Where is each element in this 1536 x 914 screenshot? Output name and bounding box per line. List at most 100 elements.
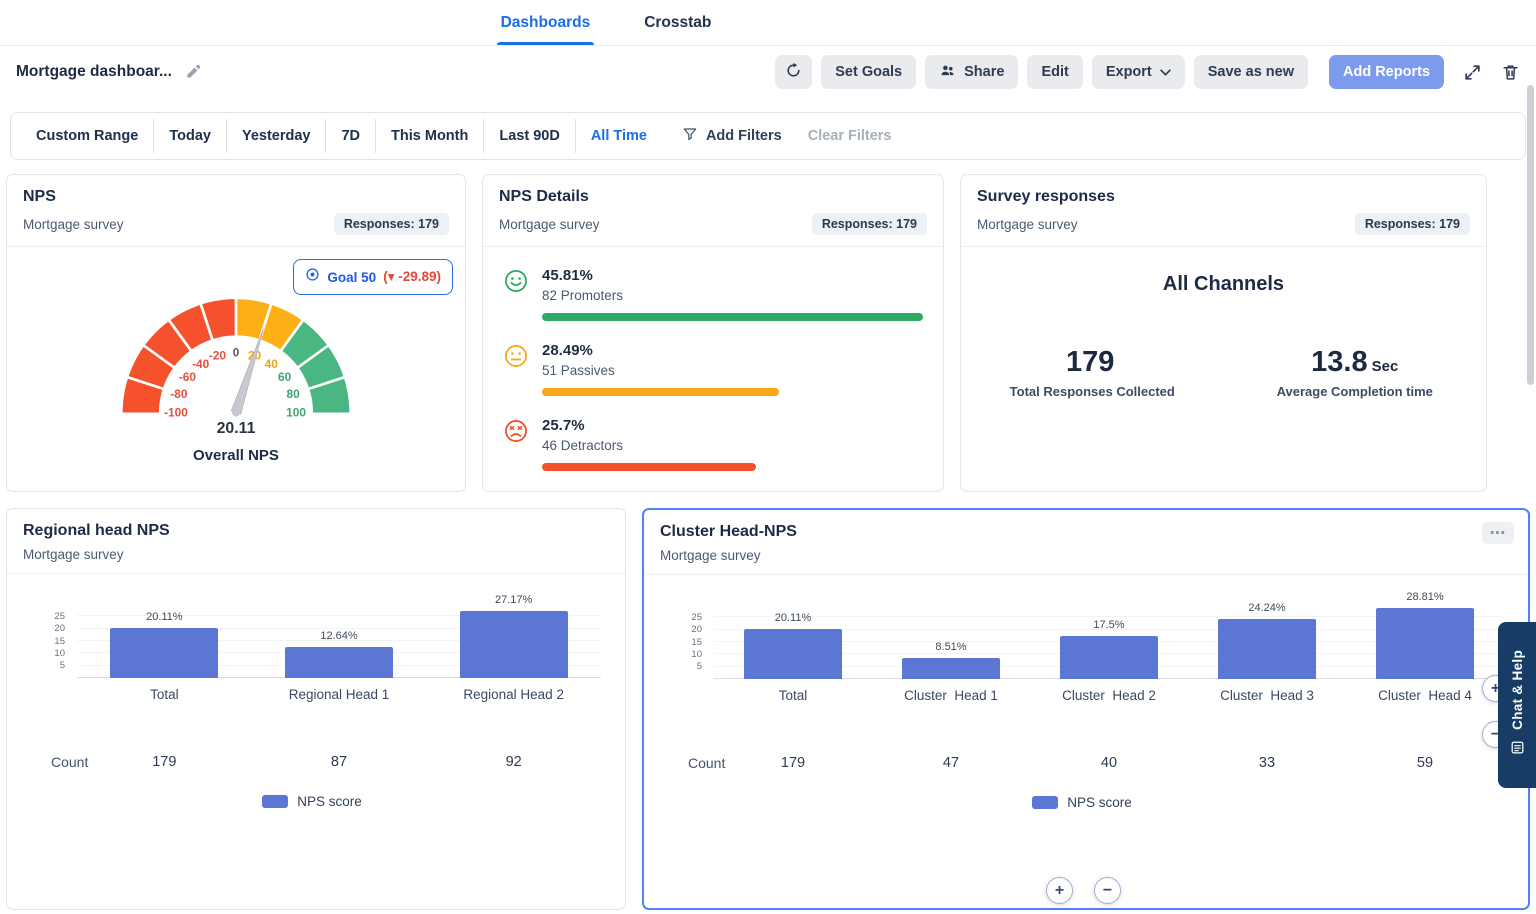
bar[interactable] xyxy=(902,658,1000,679)
bar[interactable] xyxy=(1218,619,1316,679)
zoom-in-button[interactable]: + xyxy=(1046,877,1073,904)
cluster-card-subtitle: Mortgage survey xyxy=(660,548,761,563)
gauge-caption: Overall NPS xyxy=(193,446,279,464)
detail-info: 45.81% 82 Promoters xyxy=(542,267,923,321)
share-label: Share xyxy=(964,64,1005,80)
y-tick-label: 15 xyxy=(691,636,702,648)
count-row-label: Count xyxy=(51,754,89,770)
y-tick-label: 20 xyxy=(691,624,702,636)
survey-responses-card: Survey responses Mortgage survey Respons… xyxy=(960,174,1487,492)
bar[interactable] xyxy=(1060,635,1158,679)
category-label: Regional Head 1 xyxy=(288,687,390,702)
delete-dashboard-trash-icon[interactable] xyxy=(1501,63,1520,82)
svg-text:80: 80 xyxy=(287,387,301,401)
range-custom-range[interactable]: Custom Range xyxy=(21,119,155,153)
clear-filters-button[interactable]: Clear Filters xyxy=(808,128,892,144)
share-button[interactable]: Share xyxy=(925,55,1019,89)
tab-dashboards-label: Dashboards xyxy=(500,13,591,31)
bar[interactable] xyxy=(459,610,568,678)
count-row: Count 179 47 40 33 59 xyxy=(650,755,1514,771)
chat-help-tab[interactable]: Chat & Help xyxy=(1498,622,1536,788)
top-nav: Dashboards Crosstab xyxy=(0,0,1536,46)
tab-crosstab-label: Crosstab xyxy=(644,13,712,31)
svg-text:40: 40 xyxy=(265,357,279,371)
count-value: 87 xyxy=(330,754,348,770)
add-filters-button[interactable]: Add Filters xyxy=(682,126,782,146)
cards-row-2: Regional head NPS Mortgage survey 25 20 15… xyxy=(0,508,1536,910)
survey-responses-badge: Responses: 179 xyxy=(1354,213,1470,235)
avg-completion-value: 13.8 xyxy=(1311,346,1368,378)
range-7d[interactable]: 7D xyxy=(326,119,377,153)
range-last-90d[interactable]: Last 90D xyxy=(484,119,576,153)
chart-legend: NPS score xyxy=(13,794,611,809)
bar-value-label: 12.64% xyxy=(320,629,358,642)
nps-card-header: NPS Mortgage survey Responses: 179 xyxy=(7,175,465,247)
tab-dashboards[interactable]: Dashboards xyxy=(496,0,595,45)
y-tick-label: 25 xyxy=(691,611,702,623)
range-all-time[interactable]: All Time xyxy=(576,119,662,153)
nps-details-rows: 45.81% 82 Promoters 28.49% 51 Passives 25.7%… xyxy=(483,247,943,471)
bar[interactable] xyxy=(744,629,842,679)
y-axis: 25 20 15 10 5 xyxy=(13,604,77,678)
svg-text:-80: -80 xyxy=(170,387,188,401)
range-this-month[interactable]: This Month xyxy=(376,119,485,153)
count-value: 47 xyxy=(942,755,960,771)
bar[interactable] xyxy=(110,628,219,678)
channel-label: All Channels xyxy=(1162,273,1285,295)
goal-label: Goal 50 xyxy=(327,269,377,285)
fullscreen-icon[interactable] xyxy=(1463,63,1482,82)
chat-help-label: Chat & Help xyxy=(1509,650,1525,730)
nps-detail-row-promoters: 45.81% 82 Promoters xyxy=(503,267,923,321)
export-button[interactable]: Export xyxy=(1091,55,1185,89)
goal-delta: (▾ -29.89) xyxy=(383,269,441,284)
survey-widget-icon xyxy=(1510,740,1525,760)
detail-bar xyxy=(542,313,923,321)
detail-label: 46 Detractors xyxy=(542,438,624,453)
y-tick-label: 5 xyxy=(696,661,702,673)
nps-details-responses-badge: Responses: 179 xyxy=(811,213,927,235)
edit-title-pencil-icon[interactable] xyxy=(184,63,202,81)
detail-percentage: 45.81% xyxy=(542,267,593,284)
bar[interactable] xyxy=(285,646,393,678)
vertical-scrollbar[interactable] xyxy=(1527,85,1534,385)
goal-badge[interactable]: Goal 50 (▾ -29.89) xyxy=(293,259,453,295)
edit-button[interactable]: Edit xyxy=(1027,55,1083,89)
bar-column: 28.81% xyxy=(1346,591,1504,679)
axis-spacer xyxy=(13,678,77,702)
save-as-new-label: Save as new xyxy=(1207,64,1294,80)
detail-percentage: 28.49% xyxy=(542,342,593,359)
cluster-nps-card[interactable]: ⋯ Cluster Head-NPS Mortgage survey 25 20 1… xyxy=(642,508,1530,910)
nps-card-title: NPS xyxy=(23,188,56,205)
range-yesterday[interactable]: Yesterday xyxy=(227,119,327,153)
bar[interactable] xyxy=(1376,607,1474,679)
total-responses-value: 179 xyxy=(1066,346,1115,378)
total-responses-label: Total Responses Collected xyxy=(1009,384,1175,399)
bar-value-label: 28.81% xyxy=(1406,590,1444,603)
plot-area: 20.11% 8.51% 17.5% 24.24% 28.81% xyxy=(714,591,1504,679)
detail-percentage: 25.7% xyxy=(542,417,585,434)
regional-chart: 25 20 15 10 5 20.11% 12.64% 27.17% Total Regional… xyxy=(13,594,611,809)
tab-crosstab[interactable]: Crosstab xyxy=(640,0,715,45)
range-today[interactable]: Today xyxy=(154,119,227,153)
save-as-new-button[interactable]: Save as new xyxy=(1193,55,1308,89)
regional-bar-chart: 25 20 15 10 5 20.11% 12.64% 27.17% Total Regional… xyxy=(7,574,625,819)
clear-filters-label: Clear Filters xyxy=(807,128,892,144)
card-menu-icon[interactable]: ⋯ xyxy=(1482,522,1514,544)
dashboard-toolbar: Mortgage dashboar... Set Goals Share Edi… xyxy=(0,46,1536,98)
category-label: Cluster Head 1 xyxy=(904,688,998,703)
toolbar-left: Mortgage dashboar... xyxy=(16,63,202,81)
survey-card-subtitle: Mortgage survey xyxy=(977,216,1078,232)
set-goals-button[interactable]: Set Goals xyxy=(821,55,917,89)
detail-label: 82 Promoters xyxy=(542,288,624,303)
refresh-button[interactable] xyxy=(775,55,813,89)
category-labels-row: Total Cluster Head 1 Cluster Head 2 Cluster… xyxy=(650,679,1514,703)
regional-nps-card[interactable]: Regional head NPS Mortgage survey 25 20 15… xyxy=(6,508,626,910)
passives-face-icon xyxy=(503,343,529,396)
add-reports-button[interactable]: Add Reports xyxy=(1329,55,1444,89)
avg-completion-unit: Sec xyxy=(1371,358,1399,375)
category-label: Total xyxy=(150,687,179,702)
zoom-out-button[interactable]: − xyxy=(1094,877,1121,904)
plot-area: 20.11% 12.64% 27.17% xyxy=(77,594,601,678)
bar-value-label: 27.17% xyxy=(495,593,533,606)
bar-value-label: 17.5% xyxy=(1093,618,1125,631)
